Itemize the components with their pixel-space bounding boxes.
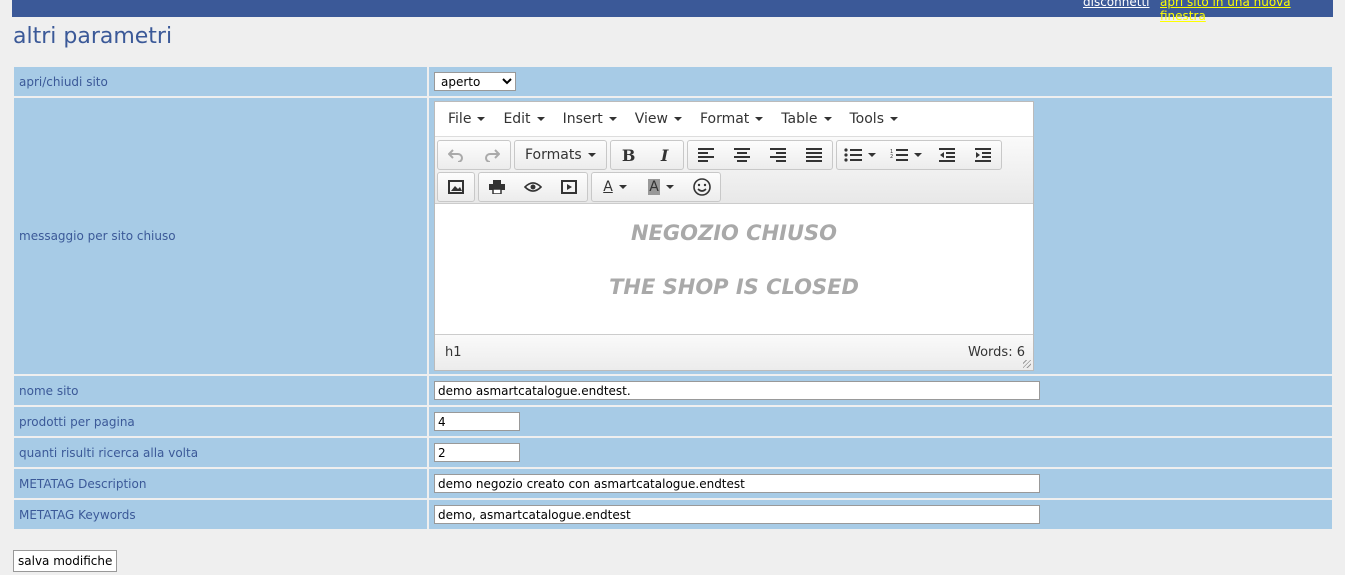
caret-down-icon xyxy=(913,153,922,157)
preview-icon[interactable] xyxy=(515,173,551,201)
rich-text-editor: File Edit Insert View Format Table Tools xyxy=(434,101,1034,371)
formats-dropdown[interactable]: Formats xyxy=(515,141,606,169)
resize-handle-icon[interactable] xyxy=(1023,360,1031,368)
print-icon[interactable] xyxy=(479,173,515,201)
meta-keywords-input[interactable] xyxy=(434,505,1040,524)
site-name-label: nome sito xyxy=(14,376,427,405)
open-close-label: apri/chiudi sito xyxy=(14,67,427,96)
products-per-page-label: prodotti per pagina xyxy=(14,407,427,436)
media-icon[interactable] xyxy=(551,173,587,201)
disconnect-link[interactable]: disconnetti xyxy=(1083,0,1149,9)
editor-content-area[interactable]: NEGOZIO CHIUSO THE SHOP IS CLOSED xyxy=(435,204,1033,334)
editor-toolbar: Formats B I 1 2 A A xyxy=(435,137,1033,204)
svg-text:2: 2 xyxy=(890,154,893,160)
caret-down-icon xyxy=(587,153,596,157)
content-line: THE SHOP IS CLOSED xyxy=(609,275,859,299)
caret-down-icon xyxy=(867,153,876,157)
bullet-list-icon[interactable] xyxy=(837,141,883,169)
meta-description-input[interactable] xyxy=(434,474,1040,493)
table-row: METATAG Description xyxy=(14,469,1332,498)
background-color-icon[interactable]: A xyxy=(638,173,684,201)
meta-description-label: METATAG Description xyxy=(14,469,427,498)
menu-table[interactable]: Table xyxy=(772,111,840,127)
undo-icon[interactable] xyxy=(438,141,474,169)
search-results-label: quanti risulti ricerca alla volta xyxy=(14,438,427,467)
meta-keywords-label: METATAG Keywords xyxy=(14,500,427,529)
align-center-icon[interactable] xyxy=(724,141,760,169)
align-left-icon[interactable] xyxy=(688,141,724,169)
menu-view[interactable]: View xyxy=(626,111,691,127)
caret-down-icon xyxy=(477,117,486,121)
bold-icon[interactable]: B xyxy=(611,141,647,169)
menu-file[interactable]: File xyxy=(439,111,494,127)
search-results-input[interactable] xyxy=(434,443,520,462)
emoticons-icon[interactable] xyxy=(684,173,720,201)
table-row: messaggio per sito chiuso File Edit Inse… xyxy=(14,98,1332,374)
word-count: Words: 6 xyxy=(968,345,1025,360)
element-path[interactable]: h1 xyxy=(445,345,462,360)
menu-insert[interactable]: Insert xyxy=(554,111,626,127)
numbered-list-icon[interactable]: 12 xyxy=(883,141,929,169)
caret-down-icon xyxy=(665,185,674,189)
parameters-table: apri/chiudi sito aperto messaggio per si… xyxy=(12,65,1334,531)
open-site-new-window-link[interactable]: apri sito in una nuova finestra xyxy=(1160,0,1333,23)
align-justify-icon[interactable] xyxy=(796,141,832,169)
caret-down-icon xyxy=(673,117,682,121)
content-line: NEGOZIO CHIUSO xyxy=(630,221,838,245)
save-button[interactable]: salva modifiche xyxy=(13,550,118,572)
caret-down-icon xyxy=(536,117,545,121)
table-row: nome sito xyxy=(14,376,1332,405)
italic-icon[interactable]: I xyxy=(647,141,683,169)
table-row: prodotti per pagina xyxy=(14,407,1332,436)
open-close-select[interactable]: aperto xyxy=(434,72,516,91)
image-icon[interactable] xyxy=(438,173,474,201)
table-row: apri/chiudi sito aperto xyxy=(14,67,1332,96)
caret-down-icon xyxy=(755,117,764,121)
closed-message-label: messaggio per sito chiuso xyxy=(14,98,427,374)
align-right-icon[interactable] xyxy=(760,141,796,169)
table-row: METATAG Keywords xyxy=(14,500,1332,529)
caret-down-icon xyxy=(890,117,898,121)
menu-format[interactable]: Format xyxy=(691,111,772,127)
menu-edit[interactable]: Edit xyxy=(494,111,553,127)
caret-down-icon xyxy=(823,117,832,121)
indent-icon[interactable] xyxy=(965,141,1001,169)
editor-statusbar: h1 Words: 6 xyxy=(435,334,1033,370)
caret-down-icon xyxy=(608,117,617,121)
site-name-input[interactable] xyxy=(434,381,1040,400)
text-color-icon[interactable]: A xyxy=(592,173,638,201)
outdent-icon[interactable] xyxy=(929,141,965,169)
menu-tools[interactable]: Tools xyxy=(841,111,908,127)
page-title: altri parametri xyxy=(13,24,173,49)
top-bar: disconnetti apri sito in una nuova fines… xyxy=(12,0,1333,23)
products-per-page-input[interactable] xyxy=(434,412,520,431)
editor-menubar: File Edit Insert View Format Table Tools xyxy=(435,102,1033,137)
caret-down-icon xyxy=(618,185,627,189)
redo-icon[interactable] xyxy=(474,141,510,169)
table-row: quanti risulti ricerca alla volta xyxy=(14,438,1332,467)
